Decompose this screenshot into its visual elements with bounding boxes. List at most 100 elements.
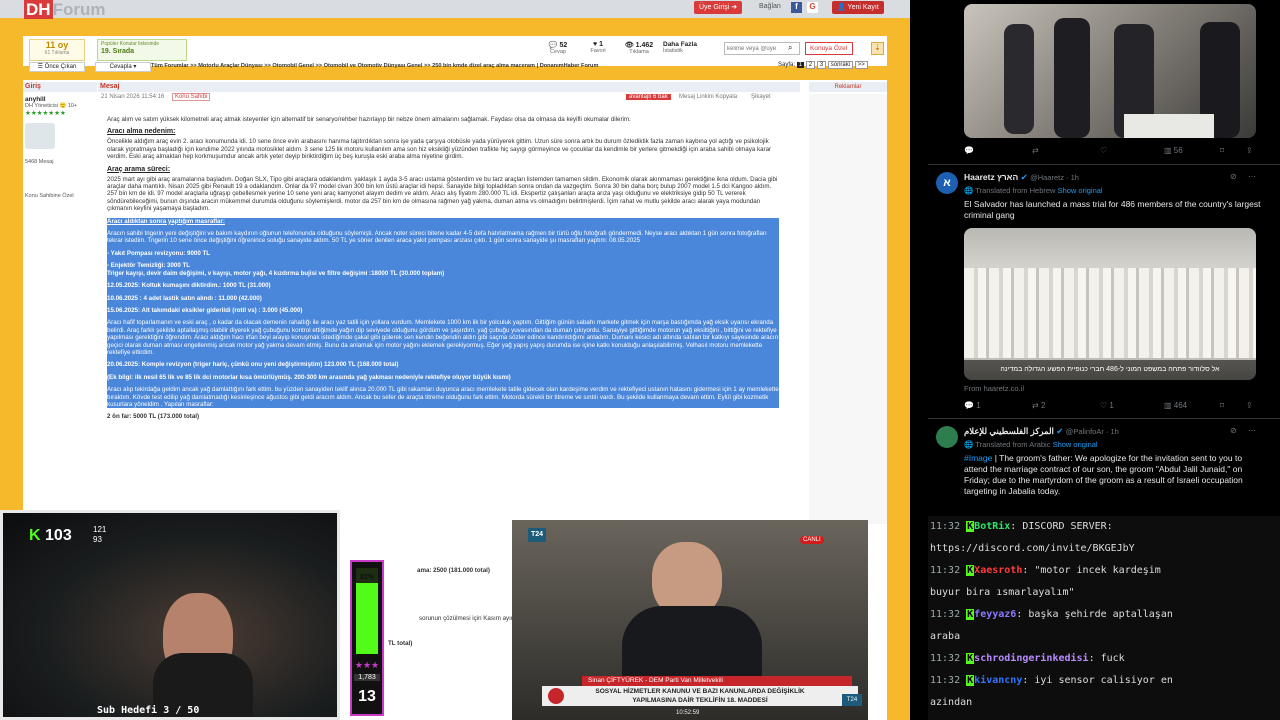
breadcrumb-row: ☰ Önce Çıkan Cevapla ▾ Tüm Forumlar >> M…: [23, 61, 887, 74]
goal-widget: 82% ★★★ 1,783 13: [350, 560, 384, 716]
chat-text: buyur bira ısmarlayalım": [930, 587, 1075, 598]
promo-badge[interactable]: avantajlı 6 bak: [626, 94, 671, 100]
grok-icon[interactable]: ⊘: [1230, 426, 1237, 435]
kick-follower-count: K 103: [29, 527, 72, 544]
views-icon[interactable]: ▥ 464: [1164, 401, 1187, 410]
retweet-icon[interactable]: ⇄ 2: [1032, 401, 1045, 410]
download-icon[interactable]: ⇣: [871, 42, 884, 55]
chat-message: araba: [928, 626, 1280, 648]
page-2[interactable]: 2: [805, 61, 816, 69]
rank-box[interactable]: Popüler Konular listesinde 19. Sırada: [97, 39, 187, 61]
goal-bar-track: 82%: [356, 568, 378, 654]
person-figure: [1004, 24, 1034, 134]
section-heading: Aracı alma nedenim:: [107, 128, 176, 136]
tweet-text: #Image | The groom's father: We apologiz…: [964, 453, 1243, 496]
hashtag-link[interactable]: #Image: [964, 453, 992, 463]
paragraph: Öncelikle aldığım araç evin 2. aracı kon…: [107, 138, 772, 161]
author-handle[interactable]: @PalinfoAr · 1h: [1066, 427, 1119, 436]
reply-button[interactable]: Cevapla ▾: [95, 62, 151, 72]
grok-icon[interactable]: ⊘: [1230, 172, 1237, 181]
paragraph: Aracı hafif toparlamanın ve eski araç , …: [107, 319, 779, 356]
views-icon[interactable]: ▥ 56: [1164, 146, 1183, 155]
kick-badge-icon: K: [966, 565, 975, 576]
expense-line: - Yakıt Pompası revizyonu: 9000 TL: [107, 249, 211, 257]
user-messages: 5468 Mesaj: [25, 159, 54, 165]
kick-chat: 11:32 KBotRix: DISCORD SERVER: https://di…: [928, 516, 1280, 720]
expense-line: 10.06.2025 : 4 adet lastik satın alındı …: [107, 294, 262, 302]
login-button[interactable]: Üye Girişi ➜: [694, 1, 743, 14]
reply-icon[interactable]: 💬 1: [964, 401, 981, 410]
show-original-link[interactable]: Show original: [1053, 440, 1098, 449]
replies-stat: 💬 52 Cevap: [548, 42, 568, 55]
person-figure: [1054, 18, 1090, 138]
news-video: T24 CANLI Sinan ÇİFTYÜREK - DEM Parti Va…: [512, 520, 868, 720]
prev-topic-button[interactable]: ☰ Önce Çıkan: [29, 62, 85, 72]
last-page[interactable]: >>: [854, 61, 868, 69]
reply-icon[interactable]: 💬: [964, 146, 974, 155]
author-handle[interactable]: @Haaretz · 1h: [1030, 173, 1079, 182]
owner-note: Konu Sahibine Özel: [25, 193, 74, 199]
stream-stats: 121 93: [93, 525, 106, 545]
next-page[interactable]: sonraki: [827, 61, 854, 69]
divider: [928, 164, 1280, 165]
chat-username[interactable]: feyyaz6: [974, 609, 1016, 620]
author-name[interactable]: Haaretz הארץ: [964, 172, 1018, 182]
like-icon[interactable]: ♡: [1100, 146, 1107, 155]
like-icon[interactable]: ♡ 1: [1100, 401, 1114, 410]
chat-text: DISCORD SERVER:: [1022, 521, 1113, 532]
expense-line: 15.06.2025: Alt takımdaki eksikler gider…: [107, 306, 303, 314]
webcam-overlay: K 103 121 93 Sub Hedefi 3 / 50: [0, 510, 340, 720]
goal-percent: 82%: [359, 574, 374, 581]
page-3[interactable]: 3: [816, 61, 827, 69]
username[interactable]: anyhill: [25, 96, 97, 103]
palinfo-avatar[interactable]: [936, 426, 958, 448]
share-icon[interactable]: ⇪: [1246, 401, 1253, 410]
tweet-image[interactable]: אל סלוודור פתחה במשפט המוני ל-486 חברי כ…: [964, 228, 1256, 380]
post-body: Araç alım ve satım yüksek kilometreli ar…: [107, 116, 779, 426]
new-account-button[interactable]: 👤 Yeni Kayıt: [832, 1, 884, 14]
facebook-icon[interactable]: f: [791, 2, 802, 13]
col-message: Mesaj: [98, 82, 800, 92]
source-link[interactable]: From haaretz.co.il: [964, 384, 1024, 393]
share-icon[interactable]: ⇪: [1246, 146, 1253, 155]
divider: [928, 418, 1280, 419]
page-1[interactable]: 1: [796, 62, 805, 68]
expense-line: 20.06.2025: Komple revizyon (triger hari…: [107, 361, 399, 369]
speaker-body: [622, 606, 762, 686]
show-original-link[interactable]: Show original: [1058, 186, 1103, 195]
more-icon[interactable]: ⋯: [1248, 426, 1256, 435]
breadcrumb[interactable]: Tüm Forumlar >> Motorlu Araçlar Dünyası …: [151, 63, 598, 69]
live-badge: CANLI: [800, 536, 824, 544]
goal-score: 1,783: [354, 674, 380, 681]
author-name[interactable]: المركز الفلسطيني للإعلام: [964, 426, 1054, 436]
chat-username[interactable]: kivancny: [974, 675, 1022, 686]
chat-text: iyi sensor calisiyor en: [1034, 675, 1173, 686]
google-icon[interactable]: G: [807, 2, 818, 13]
chat-username[interactable]: Xaesroth: [974, 565, 1022, 576]
kick-badge-icon: K: [966, 675, 975, 686]
tweet-image[interactable]: [964, 4, 1256, 138]
expenses-heading: Aracı aldıktan sonra yaptığım masraflar:: [107, 217, 225, 225]
ads-column: [809, 94, 887, 524]
speaker-name: Sinan ÇİFTYÜREK - DEM Parti Van Milletve…: [582, 676, 852, 686]
owner-quote[interactable]: Konu Sahibi: [171, 93, 211, 101]
search-icon[interactable]: ⌕: [788, 43, 792, 53]
info-line: (Ek bilgi: ilk nesil 65 lik ve 85 lik dc…: [107, 373, 511, 381]
report-link[interactable]: Şikayet: [751, 94, 771, 100]
retweet-icon[interactable]: ⇄: [1032, 146, 1039, 155]
goal-level: 13: [358, 688, 376, 705]
avatar[interactable]: [25, 123, 55, 149]
vote-box[interactable]: 11 oy 61 Tıklama: [29, 39, 85, 61]
bookmark-icon[interactable]: ⌑: [1220, 146, 1224, 155]
more-icon[interactable]: ⋯: [1248, 172, 1256, 181]
dh-logo[interactable]: DH Forum: [24, 0, 105, 20]
chat-time: 11:32: [930, 609, 961, 620]
haaretz-avatar[interactable]: א: [936, 172, 958, 194]
bookmark-icon[interactable]: ⌑: [1220, 401, 1224, 410]
chat-username[interactable]: schrodingerinkedisi: [974, 653, 1088, 664]
post-meta: 21 Nisan 2026 11:54:16 Konu Sahibi avant…: [101, 93, 791, 104]
more-stats-link[interactable]: Daha Fazla İstatistik: [663, 41, 713, 54]
topic-search-button[interactable]: Konuya Özel: [805, 42, 853, 55]
chat-username[interactable]: BotRix: [974, 521, 1010, 532]
copy-link[interactable]: Mesaj Linkini Kopyala: [679, 94, 737, 100]
